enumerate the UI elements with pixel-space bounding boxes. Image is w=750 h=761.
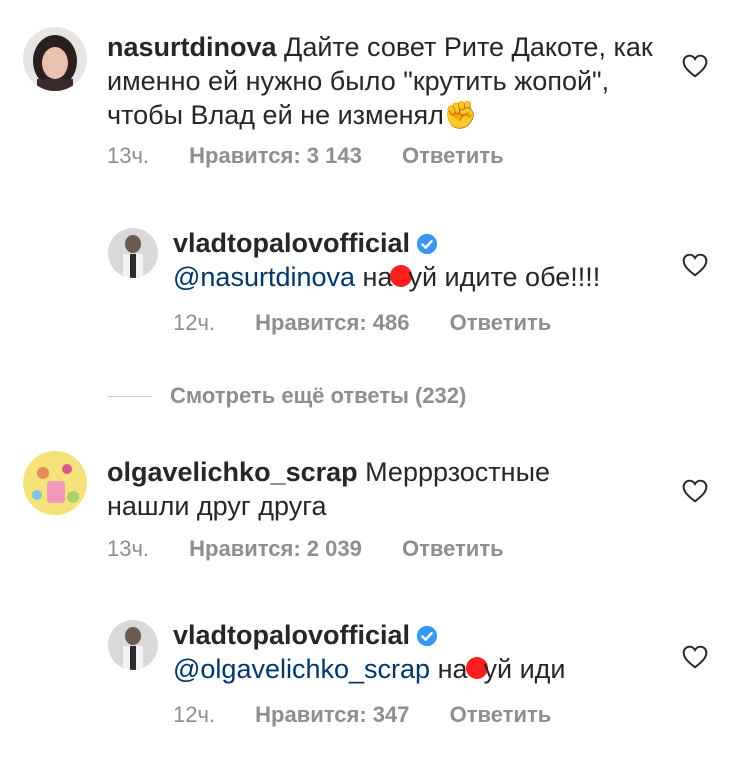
heart-icon[interactable] bbox=[682, 54, 708, 78]
mention-link[interactable]: @nasurtdinova bbox=[173, 262, 355, 292]
username[interactable]: vladtopalovofficial bbox=[173, 620, 410, 650]
heart-icon[interactable] bbox=[682, 253, 708, 277]
likes-count[interactable]: Нравится: 2 039 bbox=[189, 536, 362, 562]
reply-button[interactable]: Ответить bbox=[450, 310, 552, 336]
heart-icon[interactable] bbox=[682, 645, 708, 669]
comment-text: nasurtdinova Дайте совет Рите Дакоте, ка… bbox=[107, 30, 667, 132]
likes-count[interactable]: Нравится: 3 143 bbox=[189, 143, 362, 169]
avatar[interactable] bbox=[108, 228, 158, 278]
comment-text: olgavelichko_scrap Мерррзостные нашли др… bbox=[107, 455, 607, 523]
view-more-label[interactable]: Смотреть ещё ответы (232) bbox=[170, 383, 466, 409]
username[interactable]: vladtopalovofficial bbox=[173, 228, 410, 258]
reply-button[interactable]: Ответить bbox=[402, 143, 504, 169]
verified-badge-icon bbox=[416, 625, 438, 647]
comment-meta: 12ч. Нравится: 486 Ответить bbox=[173, 310, 551, 336]
comment-body-end: уй иди bbox=[483, 654, 566, 684]
avatar[interactable] bbox=[108, 620, 158, 670]
reply-button[interactable]: Ответить bbox=[402, 536, 504, 562]
avatar[interactable] bbox=[23, 451, 87, 515]
avatar[interactable] bbox=[23, 27, 87, 91]
likes-count[interactable]: Нравится: 347 bbox=[255, 702, 409, 728]
username[interactable]: nasurtdinova bbox=[107, 32, 277, 62]
comment-meta: 13ч. Нравится: 3 143 Ответить bbox=[107, 143, 504, 169]
comment-meta: 12ч. Нравится: 347 Ответить bbox=[173, 702, 551, 728]
comment-body-end: уй идите обе!!!! bbox=[408, 262, 601, 292]
comment-body-start: на bbox=[362, 262, 393, 292]
comment-text: vladtopalovofficial @nasurtdinova на уй и… bbox=[173, 226, 693, 294]
timestamp: 13ч. bbox=[107, 143, 150, 168]
comment-body-start: на bbox=[437, 654, 468, 684]
heart-icon[interactable] bbox=[682, 479, 708, 503]
divider-line bbox=[108, 395, 152, 397]
timestamp: 12ч. bbox=[173, 310, 216, 335]
likes-count[interactable]: Нравится: 486 bbox=[255, 310, 409, 336]
mention-link[interactable]: @olgavelichko_scrap bbox=[173, 654, 430, 684]
comment-meta: 13ч. Нравится: 2 039 Ответить bbox=[107, 536, 504, 562]
username[interactable]: olgavelichko_scrap bbox=[107, 457, 358, 487]
timestamp: 13ч. bbox=[107, 536, 150, 561]
comment-text: vladtopalovofficial @olgavelichko_scrap … bbox=[173, 618, 693, 686]
verified-badge-icon bbox=[416, 233, 438, 255]
view-more-replies[interactable]: Смотреть ещё ответы (232) bbox=[108, 381, 466, 411]
fist-emoji: ✊ bbox=[443, 100, 478, 130]
timestamp: 12ч. bbox=[173, 702, 216, 727]
reply-button[interactable]: Ответить bbox=[450, 702, 552, 728]
